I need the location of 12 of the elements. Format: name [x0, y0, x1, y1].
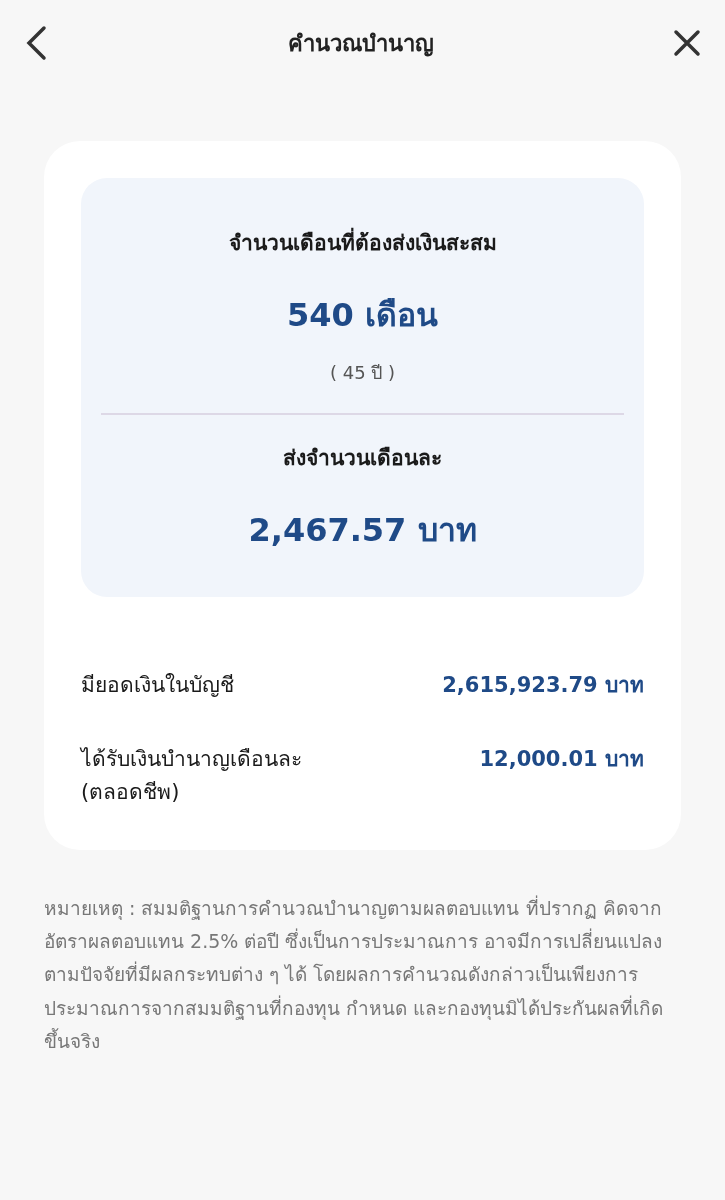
months-value: 540 เดือน	[287, 295, 438, 336]
monthly-label: ส่งจำนวนเดือนละ	[283, 445, 442, 472]
note-text: หมายเหตุ : สมมติฐานการคำนวณบำนาญตามผลตอบแทน ที่ปรากฏ คิดจากอัตราผลตอบแทน 2.5% ต่อปี ซึ่งเป็นการประมาณการ อาจมีการเปลี่ยนแปลง ตามปัจจัยที่มีผลกระทบต่าง ๆ ได้ โดยผลการคำนวณดังกล่าวเป็นเพียงการประมาณการจากสมมติฐานที่กองทุน กำหนด และกองทุนมิได้ประกันผลที่เกิดขึ้นจริง	[44, 894, 665, 1054]
detail-label: ได้รับเงินบำนาญเดือนละ	[81, 745, 302, 773]
years-value: ( 45 ปี )	[329, 361, 396, 385]
monthly-value: 2,467.57 บาท	[248, 510, 477, 551]
page-title: คำนวณบำนาญ	[287, 29, 434, 59]
detail-value: 12,000.01 บาท	[479, 745, 644, 773]
months-label: จำนวนเดือนที่ต้องส่งเงินสะสม	[228, 226, 497, 259]
detail-label: มียอดเงินในบัญชี	[81, 672, 234, 699]
detail-value: 2,615,923.79 บาท	[442, 672, 644, 699]
detail-sublabel: (ตลอดชีพ)	[81, 779, 181, 807]
